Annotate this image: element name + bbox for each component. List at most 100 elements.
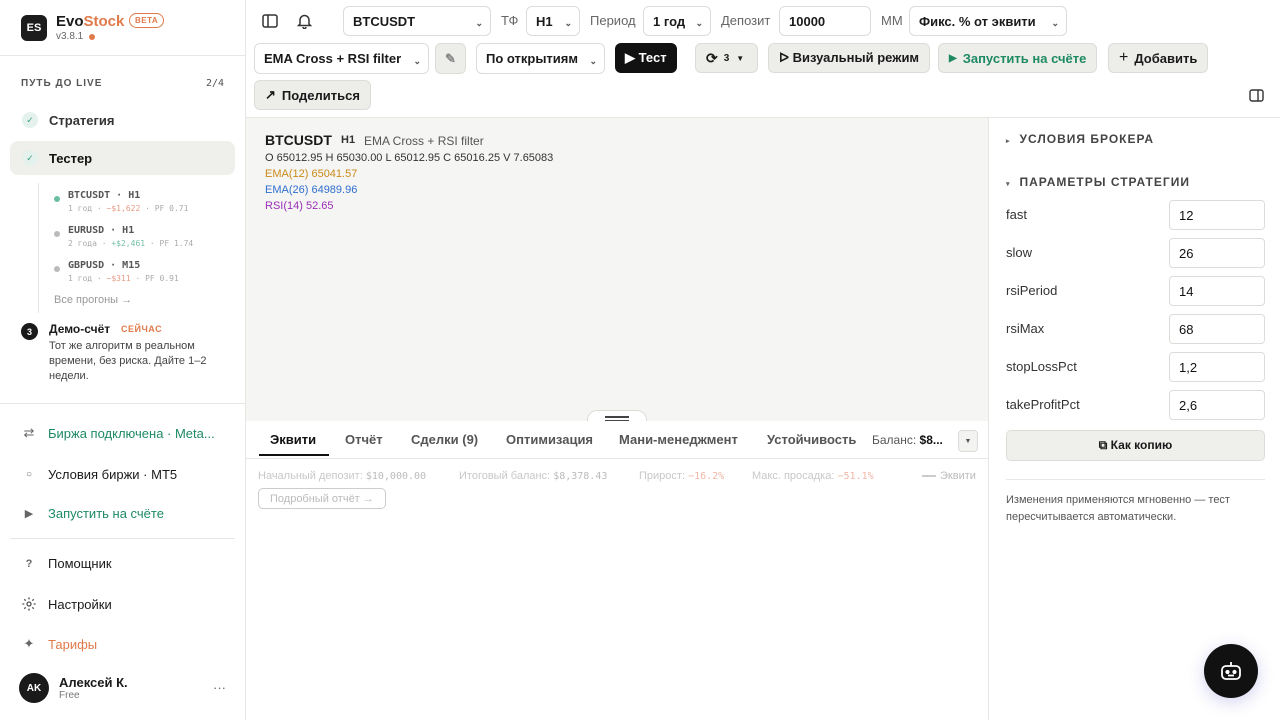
deposit-input[interactable]: 10000 [779,6,871,36]
divider [1006,479,1265,480]
tab-money-management[interactable]: Мани-менеджмент [619,432,738,447]
run-live-button[interactable]: ▶ Запустить на счёте [938,43,1098,73]
sparkle-icon: ✦ [23,636,35,651]
check-icon: ✓ [22,112,38,128]
user-menu-button[interactable]: ··· [213,680,226,695]
nav-plans[interactable]: ✦ Тарифы [20,636,98,652]
ema12-legend: EMA(12) 65041.57 [265,168,358,180]
bell-icon[interactable] [293,10,315,32]
param-stoploss-input[interactable] [1169,352,1265,382]
play-icon: ▶ [24,508,34,520]
param-label: slow [1006,245,1033,260]
divider [0,403,245,404]
param-rsimax-input[interactable] [1169,314,1265,344]
add-button[interactable]: + Добавить [1108,43,1209,73]
tabs-overflow-button[interactable]: ▼ [958,430,978,452]
strategy-params-section[interactable]: ▾ ПАРАМЕТРЫ СТРАТЕГИИ [1006,175,1190,189]
step-tester[interactable]: ✓ Тестер [10,141,235,175]
param-slow-input[interactable] [1169,238,1265,268]
chart-timeframe: H1 [341,134,356,146]
avatar[interactable]: AK [19,673,49,703]
step-number: 3 [21,323,38,340]
stat-drawdown: Макс. просадка: −51.1% [752,470,874,482]
panel-toggle-icon[interactable] [1245,84,1267,106]
run-status-dot [54,231,60,237]
detailed-report-button[interactable]: Подробный отчёт → [258,488,386,509]
user-plan: Free [59,690,80,701]
nav-conditions[interactable]: ○ Условия биржи · MT5 [20,467,177,482]
strategy-select[interactable]: EMA Cross + RSI filter ⌄ [254,43,429,74]
run-title: BTCUSDT · H1 [68,190,141,201]
question-icon: ? [25,557,33,570]
check-icon: ✓ [22,150,38,166]
price-chart[interactable]: BTCUSDT H1 EMA Cross + RSI filter O 6501… [246,117,988,421]
pencil-icon: ✎ [445,50,456,66]
run-status-dot [54,196,60,202]
deposit-label: Депозит [721,13,771,28]
param-label: fast [1006,207,1027,222]
fill-mode-select[interactable]: По открытиям ⌄ [476,43,605,74]
active-tab-underline [259,454,329,456]
beta-badge: BETA [129,13,165,28]
ema26-legend: EMA(26) 64989.96 [265,184,358,196]
param-fast-input[interactable] [1169,200,1265,230]
chevron-down-icon: ⌄ [695,18,703,28]
chart-symbol: BTCUSDT [265,132,332,148]
chevron-down-icon: ⌄ [413,56,421,66]
tab-equity[interactable]: Эквити [270,432,316,447]
nav-run-live[interactable]: ▶ Запустить на счёте [20,506,164,521]
visual-mode-button[interactable]: ᐅ Визуальный режим [768,43,931,73]
tab-report[interactable]: Отчёт [345,432,383,447]
step-demo-desc: Тот же алгоритм в реальном времени, без … [49,340,207,382]
tab-robustness[interactable]: Устойчивость [767,432,856,447]
mm-select[interactable]: Фикс. % от эквити ⌄ [909,6,1067,36]
nav-exchange[interactable]: ⇄ Биржа подключена · Meta... [20,425,215,441]
nav-label: Помощник [48,556,112,571]
tab-trades[interactable]: Сделки (9) [411,432,478,447]
stat-final: Итоговый баланс: $8,378.43 [459,470,608,482]
sidebar-toggle-icon[interactable] [259,10,281,32]
assistant-bot-button[interactable] [1204,644,1258,698]
user-name: Алексей К. [59,675,128,690]
app-brand: EvoStock [56,13,125,30]
sidebar: ES EvoStock BETA v3.8.1 ПУТЬ ДО LIVE 2/4… [0,0,246,720]
refresh-button[interactable]: ⟳ 3 ▼ [695,43,758,73]
app-logo[interactable]: ES [21,15,47,41]
period-label: Период [590,13,636,28]
symbol-select[interactable]: BTCUSDT ⌄ [343,6,491,36]
bottom-tabs: Эквити Отчёт Сделки (9) Оптимизация Мани… [246,421,988,459]
broker-conditions-section[interactable]: ▸ УСЛОВИЯ БРОКЕРА [1006,132,1154,146]
app-version: v3.8.1 [56,31,84,42]
tf-select[interactable]: H1 ⌄ [526,6,580,36]
tab-optimization[interactable]: Оптимизация [506,432,593,447]
tf-label: ТФ [501,13,519,28]
path-count: 2/4 [206,78,225,89]
all-runs-link[interactable]: Все прогоны → [54,294,132,306]
copy-strategy-button[interactable]: ⧉ Как копию [1006,430,1265,461]
caret-icon: ▸ [1006,138,1011,145]
chart-strategy: EMA Cross + RSI filter [364,134,484,148]
circle-icon: ○ [25,469,33,480]
param-takeprofit-input[interactable] [1169,390,1265,420]
step-label: Стратегия [49,112,115,128]
divider [10,538,235,539]
run-title: EURUSD · H1 [68,225,135,236]
param-rsiperiod-input[interactable] [1169,276,1265,306]
period-select[interactable]: 1 год ⌄ [643,6,711,36]
step-strategy[interactable]: ✓ Стратегия [10,103,235,137]
share-button[interactable]: ↗ Поделиться [254,80,371,110]
version-status-dot [89,34,95,40]
plus-icon: + [1119,49,1129,66]
chevron-down-icon: ▼ [964,437,972,445]
test-button[interactable]: ▶ Тест [615,43,677,73]
arrow-up-right-icon: ↗ [265,87,276,102]
chevron-down-icon: ⌄ [564,18,572,28]
edit-strategy-button[interactable]: ✎ [435,43,466,74]
stat-start: Начальный депозит: $10,000.00 [258,470,427,482]
nav-helper[interactable]: ? Помощник [20,556,112,571]
run-title: GBPUSD · M15 [68,260,141,271]
step-label: Тестер [49,150,93,166]
robot-icon [1221,662,1241,680]
nav-settings[interactable]: Настройки [20,596,112,612]
step-demo-title[interactable]: Демо-счёт [49,322,110,336]
